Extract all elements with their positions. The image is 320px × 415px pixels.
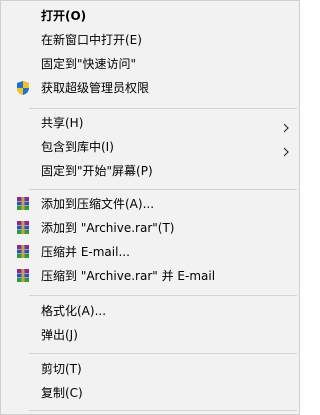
menu-item-label: 复制(C) [41, 386, 83, 400]
menu-item-add-to-archive-rar[interactable]: 添加到 "Archive.rar"(T) [1, 217, 299, 239]
uac-shield-icon [15, 80, 31, 96]
menu-separator [29, 295, 297, 296]
menu-item-label: 获取超级管理员权限 [41, 81, 150, 95]
menu-separator [29, 353, 297, 354]
menu-item-add-to-archive[interactable]: 添加到压缩文件(A)... [1, 193, 299, 215]
menu-separator [29, 189, 297, 190]
menu-item-format[interactable]: 格式化(A)... [1, 300, 299, 322]
context-menu: 打开(O) 在新窗口中打开(E) 固定到"快速访问" 获取超级管理员权限 共享(… [0, 0, 300, 415]
menu-item-compress-to-rar-and-email[interactable]: 压缩到 "Archive.rar" 并 E-mail [1, 265, 299, 287]
menu-item-copy[interactable]: 复制(C) [1, 382, 299, 404]
menu-separator [29, 410, 297, 411]
menu-item-label: 添加到 "Archive.rar"(T) [41, 221, 175, 235]
menu-item-pin-quick-access[interactable]: 固定到"快速访问" [1, 53, 299, 75]
menu-item-label: 在新窗口中打开(E) [41, 33, 142, 47]
menu-item-compress-and-email[interactable]: 压缩并 E-mail... [1, 241, 299, 263]
chevron-right-icon [281, 118, 291, 133]
menu-item-label: 打开(O) [41, 9, 87, 23]
menu-item-cut[interactable]: 剪切(T) [1, 358, 299, 380]
winrar-icon [15, 196, 31, 212]
menu-item-open-new-window[interactable]: 在新窗口中打开(E) [1, 29, 299, 51]
winrar-icon [15, 244, 31, 260]
menu-separator [29, 108, 297, 109]
menu-item-label: 弹出(J) [41, 328, 78, 342]
menu-item-open[interactable]: 打开(O) [1, 5, 299, 27]
menu-item-label: 共享(H) [41, 116, 84, 130]
menu-item-label: 包含到库中(I) [41, 140, 114, 154]
menu-item-label: 添加到压缩文件(A)... [41, 197, 155, 211]
winrar-icon [15, 220, 31, 236]
menu-item-label: 压缩到 "Archive.rar" 并 E-mail [41, 269, 216, 283]
menu-item-take-ownership[interactable]: 获取超级管理员权限 [1, 77, 299, 99]
menu-item-label: 格式化(A)... [41, 304, 107, 318]
menu-item-pin-to-start[interactable]: 固定到"开始"屏幕(P) [1, 160, 299, 182]
menu-item-label: 压缩并 E-mail... [41, 245, 130, 259]
chevron-right-icon [281, 142, 291, 157]
menu-item-label: 固定到"快速访问" [41, 57, 137, 71]
menu-item-share[interactable]: 共享(H) [1, 112, 299, 134]
menu-item-include-in-library[interactable]: 包含到库中(I) [1, 136, 299, 158]
menu-item-label: 固定到"开始"屏幕(P) [41, 164, 153, 178]
menu-item-label: 剪切(T) [41, 362, 82, 376]
winrar-icon [15, 268, 31, 284]
menu-item-eject[interactable]: 弹出(J) [1, 324, 299, 346]
